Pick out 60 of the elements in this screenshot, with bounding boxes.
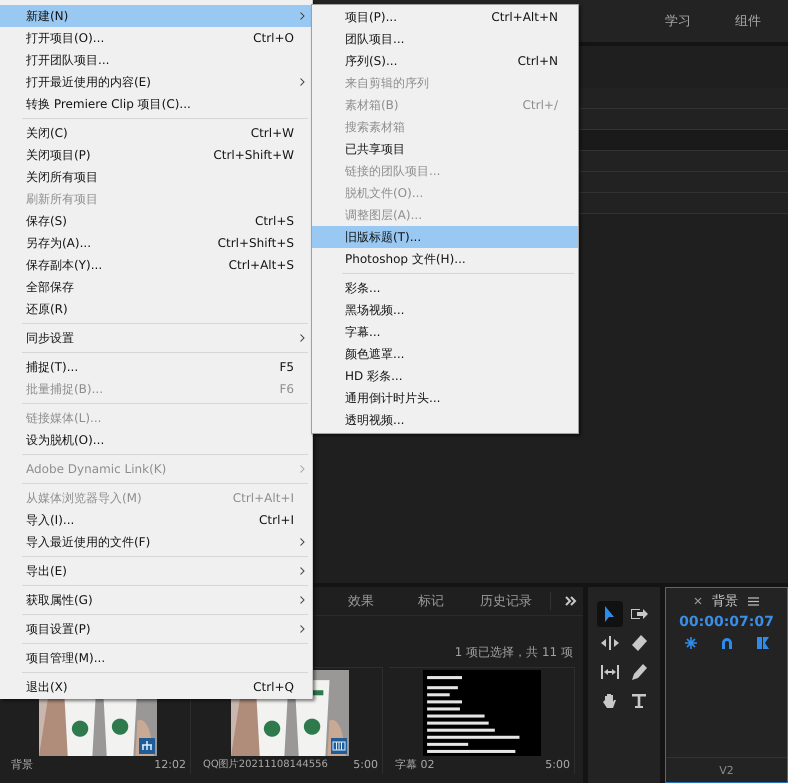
menu-item[interactable]: 保存(S) Ctrl+S bbox=[0, 210, 312, 232]
menu-item[interactable]: 导入最近使用的文件(F) bbox=[0, 531, 312, 553]
menu-item[interactable]: 序列(S)... Ctrl+N bbox=[312, 50, 578, 72]
magnet-icon[interactable] bbox=[720, 636, 734, 650]
menu-item[interactable]: 同步设置 bbox=[0, 327, 312, 349]
media-name: 背景 bbox=[11, 758, 33, 772]
media-duration: 12:02 bbox=[154, 758, 186, 772]
menu-item[interactable]: 彩条... bbox=[312, 277, 578, 299]
menu-item[interactable]: 关闭所有项目 bbox=[0, 166, 312, 188]
film-icon bbox=[330, 738, 346, 754]
menu-item[interactable]: 项目管理(M)... bbox=[0, 647, 312, 669]
timecode: 00:00:07:07 bbox=[679, 614, 774, 630]
selection-status: 1 项已选择，共 11 项 bbox=[454, 644, 573, 661]
menu-item[interactable]: 打开团队项目... bbox=[0, 49, 312, 71]
menu-item[interactable]: HD 彩条... bbox=[312, 365, 578, 387]
sparkle-icon[interactable] bbox=[684, 636, 698, 650]
track-label: V2 bbox=[719, 764, 734, 776]
menu-item[interactable]: 导出(E) bbox=[0, 560, 312, 582]
menu-item[interactable]: 打开最近使用的内容(E) bbox=[0, 71, 312, 93]
media-duration: 5:00 bbox=[353, 758, 378, 772]
menu-item[interactable]: 导入(I)... Ctrl+I bbox=[0, 509, 312, 531]
media-name: 字幕 02 bbox=[395, 758, 434, 772]
menu-item[interactable]: 新建(N) bbox=[0, 5, 312, 27]
menu-item[interactable]: 团队项目... bbox=[312, 28, 578, 50]
menu-item[interactable]: Photoshop 文件(H)... bbox=[312, 248, 578, 270]
menu-icon[interactable] bbox=[748, 596, 759, 606]
menu-item[interactable]: 全部保存 bbox=[0, 276, 312, 298]
menu-item[interactable]: 旧版标题(T)... bbox=[312, 226, 578, 248]
menu-item[interactable]: 字幕... bbox=[312, 321, 578, 343]
media-duration: 5:00 bbox=[545, 758, 570, 772]
selection-tool-icon[interactable] bbox=[596, 601, 622, 627]
close-icon[interactable] bbox=[694, 597, 702, 605]
menu-item[interactable]: 黑场视频... bbox=[312, 299, 578, 321]
sequence-tab[interactable]: 背景 bbox=[712, 592, 738, 610]
menu-item[interactable]: 关闭(C) Ctrl+W bbox=[0, 122, 312, 144]
marker-icon[interactable] bbox=[756, 636, 770, 650]
menu-item[interactable]: 项目(P)... Ctrl+Alt+N bbox=[312, 6, 578, 28]
menu-item[interactable]: 项目设置(P) bbox=[0, 618, 312, 640]
panel-tab[interactable]: 历史记录 bbox=[466, 592, 546, 610]
menu-item[interactable]: 颜色遮罩... bbox=[312, 343, 578, 365]
menu-item[interactable]: 另存为(A)... Ctrl+Shift+S bbox=[0, 232, 312, 254]
menu-item[interactable]: 打开项目(O)... Ctrl+O bbox=[0, 27, 312, 49]
menu-item[interactable]: 关闭项目(P) Ctrl+Shift+W bbox=[0, 144, 312, 166]
menu-item[interactable]: 转换 Premiere Clip 项目(C)... bbox=[0, 93, 312, 115]
menu-item[interactable]: 设为脱机(O)... bbox=[0, 429, 312, 451]
panel-tab[interactable]: 效果 bbox=[326, 592, 396, 610]
sequence-icon bbox=[138, 738, 154, 754]
menu-item[interactable]: 已共享项目 bbox=[312, 138, 578, 160]
menu-item[interactable]: 透明视频... bbox=[312, 409, 578, 431]
menu-item[interactable]: 通用倒计时片头... bbox=[312, 387, 578, 409]
menu-item[interactable]: 保存副本(Y)... Ctrl+Alt+S bbox=[0, 254, 312, 276]
menu-item[interactable]: 还原(R) bbox=[0, 298, 312, 320]
media-name: QQ图片20211108144556 bbox=[203, 758, 328, 772]
workspace-tab[interactable]: 学习 bbox=[665, 12, 691, 30]
panel-tab[interactable]: 标记 bbox=[396, 592, 466, 610]
workspace-tab[interactable]: 组件 bbox=[735, 12, 761, 30]
double-chevron-icon[interactable] bbox=[565, 596, 577, 606]
menu-item[interactable]: 捕捉(T)... F5 bbox=[0, 356, 312, 378]
menu-item[interactable]: 获取属性(G) bbox=[0, 589, 312, 611]
media-card[interactable]: 字幕 02 5:00 bbox=[389, 667, 575, 774]
